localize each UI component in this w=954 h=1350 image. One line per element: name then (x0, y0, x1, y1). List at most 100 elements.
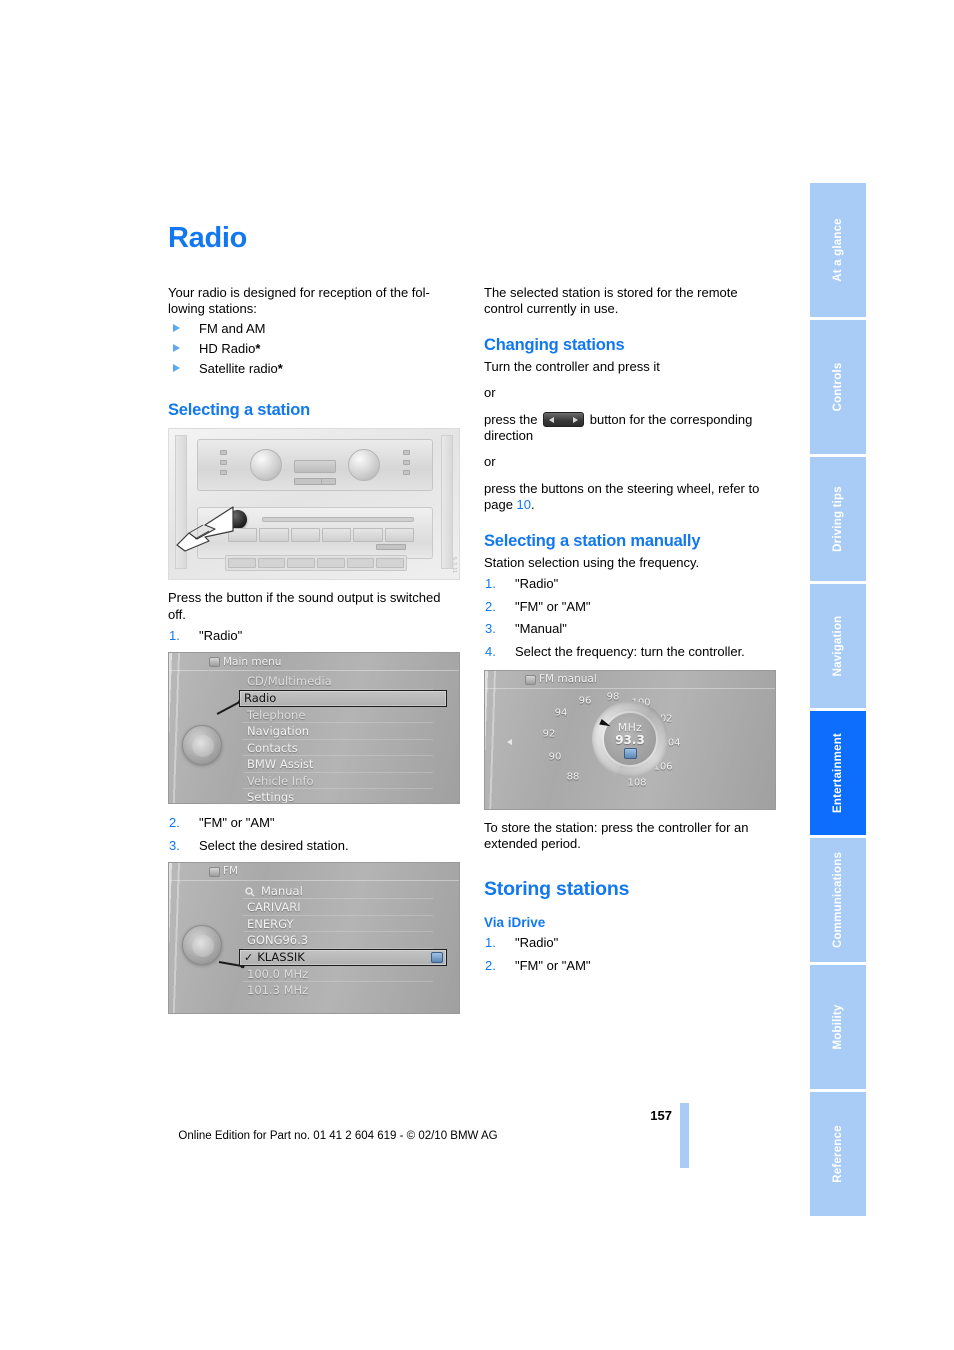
step-list-select: 1. "Radio" (168, 627, 456, 644)
chevron-left-icon (549, 416, 555, 423)
menu-item-manual[interactable]: Manual (243, 883, 433, 900)
dial-left-marker-icon (507, 738, 512, 745)
climate-knob-right-icon (348, 449, 380, 482)
left-column: Your radio is designed for reception of … (168, 285, 460, 1024)
figure-fm-station-list: FM Manual CARIVARI ENERGY GONG96.3 ✓ KLAS… (168, 861, 460, 1014)
seek-rocker-button-icon[interactable] (543, 411, 585, 427)
screen-header: Main menu (169, 653, 459, 672)
footer-edition-line: Online Edition for Part no. 01 41 2 604 … (178, 1130, 498, 1142)
step-text: "Radio" (515, 576, 559, 592)
console-button-icon (346, 558, 375, 569)
step-number: 3. (169, 837, 180, 853)
sidebar-item-driving-tips[interactable]: Driving tips (810, 457, 866, 581)
hd-radio-badge-icon (431, 951, 443, 963)
menu-item-manual-label: Manual (261, 883, 303, 898)
station-item-1000mhz[interactable]: 100.0 MHz (243, 966, 433, 983)
menu-item-telephone[interactable]: Telephone (243, 707, 433, 724)
dial-tick-88: 88 (566, 771, 580, 783)
right-column: The selected station is stored for the r… (484, 285, 776, 979)
sidebar-item-reference[interactable]: Reference (810, 1092, 866, 1216)
step-text: "Manual" (515, 621, 567, 637)
station-item-carivari[interactable]: CARIVARI (243, 899, 433, 916)
station-item-klassik[interactable]: ✓ KLASSIK (239, 948, 447, 966)
sidebar-item-controls[interactable]: Controls (810, 320, 866, 454)
station-item-1013mhz[interactable]: 101.3 MHz (243, 982, 433, 999)
footnote-asterisk: * (255, 340, 261, 356)
changing-line-2: press the button for the corresponding d… (484, 411, 772, 445)
step-list-manual: 1. "Radio" 2. "FM" or "AM" 3. "Manual" 4… (484, 575, 772, 660)
dial-pointer-icon (599, 718, 612, 729)
station-item-gong963[interactable]: GONG96.3 (243, 932, 433, 949)
sidebar-item-label: At a glance (832, 218, 844, 282)
page-title: Radio (168, 222, 248, 254)
menu-item-settings[interactable]: Settings (243, 789, 433, 803)
cd-slot (262, 517, 414, 523)
sidebar-item-entertainment[interactable]: Entertainment (810, 711, 866, 835)
subheading-via-idrive: Via iDrive (484, 915, 546, 931)
section-heading-changing-stations: Changing stations (484, 335, 625, 354)
changing-line-2-pre: press the (484, 411, 538, 427)
frequency-dial[interactable]: 88 90 92 94 96 98 100 102 104 106 108 MH… (485, 689, 775, 795)
page-number: 157 (650, 1108, 672, 1123)
footnote-asterisk: * (277, 360, 283, 376)
page-reference-link[interactable]: 10 (517, 497, 531, 512)
manual-page: Radio Your radio is designed for recepti… (0, 0, 954, 1350)
sidebar-item-at-a-glance[interactable]: At a glance (810, 183, 866, 317)
sidebar-item-label: Mobility (832, 1004, 844, 1050)
section-heading-storing-stations: Storing stations (484, 878, 630, 901)
sidebar-item-label: Entertainment (832, 733, 844, 813)
menu-item-cd-multimedia[interactable]: CD/Multimedia (243, 673, 433, 690)
dial-tick-94: 94 (554, 707, 568, 719)
menu-item-radio[interactable]: Radio (239, 689, 447, 707)
climate-button-icon (220, 450, 227, 456)
list-item: 1. "Radio" (484, 934, 772, 951)
dial-tick-92: 92 (542, 728, 556, 740)
step-number: 3. (485, 621, 496, 637)
dial-pointer (592, 701, 668, 777)
list-item: 2. "FM" or "AM" (484, 957, 772, 974)
list-item: 1. "Radio" (484, 575, 772, 592)
preset-button-icon (290, 528, 320, 543)
list-item: Satellite radio* (168, 360, 456, 378)
triangle-bullet-icon (173, 323, 180, 332)
menu-item-navigation[interactable]: Navigation (243, 723, 433, 740)
climate-button-icon (403, 450, 410, 456)
list-item: 2. "FM" or "AM" (168, 814, 456, 831)
screen-header: FM (169, 863, 459, 881)
press-button-text: Press the button if the sound output is … (168, 590, 441, 622)
sidebar-item-mobility[interactable]: Mobility (810, 965, 866, 1089)
step-text: "FM" or "AM" (515, 598, 591, 614)
step-list-idrive: 1. "Radio" 2. "FM" or "AM" (484, 934, 772, 974)
step-text: "Radio" (515, 935, 559, 951)
menu-item-bmw-assist[interactable]: BMW Assist (243, 756, 433, 773)
screen-header-label: FM manual (539, 673, 597, 686)
preset-button-icon (321, 528, 352, 543)
main-menu-list: CD/Multimedia Radio Telephone Navigation… (169, 671, 459, 803)
list-item: FM and AM (168, 320, 456, 338)
sidebar-item-label: Controls (832, 362, 844, 412)
screen-header-label: Main menu (223, 655, 282, 668)
preset-button-icon (384, 528, 414, 543)
screen-header-label: FM (223, 865, 239, 878)
chevron-right-icon (573, 416, 579, 423)
menu-item-contacts[interactable]: Contacts (243, 740, 433, 757)
step-number: 1. (485, 576, 496, 592)
sidebar-item-communications[interactable]: Communications (810, 838, 866, 962)
climate-control-panel (197, 439, 433, 492)
figure-fm-manual-dial: FM manual 88 90 92 94 96 98 100 102 104 … (484, 669, 776, 810)
step-number: 2. (169, 815, 180, 831)
climate-button-icon (294, 478, 322, 486)
dial-tick-108: 108 (627, 777, 647, 789)
menu-item-vehicle-info[interactable]: Vehicle Info (243, 773, 433, 790)
eject-button-icon (376, 544, 406, 551)
console-button-icon (257, 558, 286, 569)
sidebar-item-navigation[interactable]: Navigation (810, 584, 866, 708)
magnifier-icon (245, 887, 255, 897)
list-item: 3. "Manual" (484, 620, 772, 637)
station-item-klassik-label: KLASSIK (257, 949, 305, 964)
manual-intro-text: Station selection using the frequency. (484, 554, 700, 570)
or-separator-1: or (484, 385, 496, 401)
changing-line-1: Turn the controller and press it (484, 358, 660, 374)
station-item-energy[interactable]: ENERGY (243, 916, 433, 933)
section-heading-selecting-a-station: Selecting a station (168, 401, 310, 420)
